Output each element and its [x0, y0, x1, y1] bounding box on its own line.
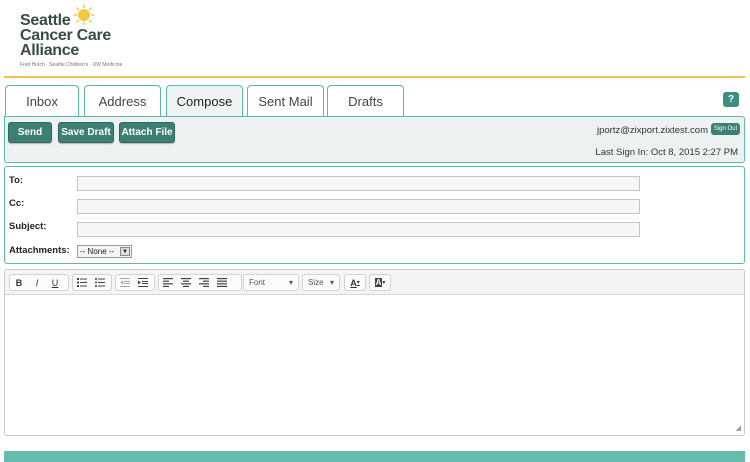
background-color-button[interactable]: A ▾	[369, 274, 391, 291]
background-color-icon: A	[374, 278, 383, 287]
align-center-icon[interactable]	[177, 275, 195, 290]
list-group	[72, 274, 112, 291]
subject-label: Subject:	[9, 221, 47, 232]
caret-down-icon: ▾	[329, 278, 334, 287]
align-left-icon[interactable]	[159, 275, 177, 290]
bullet-list-icon[interactable]	[91, 275, 109, 290]
outdent-icon[interactable]	[116, 275, 134, 290]
indent-icon[interactable]	[134, 275, 152, 290]
cc-field[interactable]	[77, 199, 640, 214]
dropdown-arrow-icon: ▼	[120, 247, 130, 256]
text-color-button[interactable]: A ▾	[344, 274, 366, 291]
send-button[interactable]: Send	[8, 122, 52, 143]
footer-bar	[4, 451, 745, 462]
brand-line-3: Alliance	[20, 42, 79, 59]
resize-handle-icon[interactable]: ◢	[736, 424, 741, 432]
header-divider	[4, 76, 745, 78]
text-style-group: B I U	[9, 274, 69, 291]
to-field[interactable]	[77, 176, 640, 191]
numbered-list-icon[interactable]	[73, 275, 91, 290]
sun-logo-icon	[73, 4, 95, 26]
tab-inbox[interactable]: Inbox	[5, 85, 79, 117]
to-label: To:	[9, 175, 24, 186]
tab-drafts[interactable]: Drafts	[327, 85, 404, 117]
align-group	[158, 274, 242, 291]
tab-address[interactable]: Address	[84, 85, 161, 117]
indent-group	[115, 274, 155, 291]
align-right-icon[interactable]	[195, 275, 213, 290]
bold-button[interactable]: B	[10, 275, 28, 290]
font-dropdown-label: Font	[249, 278, 266, 287]
header: Seattle Cancer Care Alliance Fred Hutch …	[0, 0, 750, 78]
message-editor[interactable]: B I U Font ▾ Size ▾ A ▾ A ▾ ◢	[4, 269, 745, 436]
subject-field[interactable]	[77, 222, 640, 237]
caret-down-icon: ▾	[382, 280, 386, 286]
message-header-form: To: Cc: Subject: Attachments: -- None --…	[4, 166, 745, 264]
size-dropdown-label: Size	[308, 278, 324, 287]
font-dropdown[interactable]: Font ▾	[243, 274, 299, 291]
size-dropdown[interactable]: Size ▾	[302, 274, 340, 291]
save-draft-button[interactable]: Save Draft	[58, 122, 114, 143]
italic-button[interactable]: I	[28, 275, 46, 290]
attachments-label: Attachments:	[9, 245, 70, 256]
user-email: jportz@zixport.zixtest.com	[596, 125, 708, 136]
underline-button[interactable]: U	[46, 275, 64, 290]
tab-sent-mail[interactable]: Sent Mail	[247, 85, 324, 117]
editor-toolbar: B I U Font ▾ Size ▾ A ▾ A ▾	[5, 270, 744, 295]
tab-compose[interactable]: Compose	[166, 85, 243, 117]
caret-down-icon: ▾	[356, 280, 360, 286]
cc-label: Cc:	[9, 198, 25, 209]
caret-down-icon: ▾	[288, 278, 293, 287]
justify-icon[interactable]	[213, 275, 231, 290]
help-button[interactable]: ?	[723, 92, 739, 107]
brand-tagline: Fred Hutch · Seattle Children's · UW Med…	[20, 62, 123, 68]
attach-file-button[interactable]: Attach File	[119, 122, 175, 143]
compose-toolbar: Send Save Draft Attach File jportz@zixpo…	[4, 116, 745, 163]
attachments-selected: -- None --	[80, 247, 115, 256]
last-sign-in: Last Sign In: Oct 8, 2015 2:27 PM	[595, 147, 738, 158]
brand-logo[interactable]: Seattle Cancer Care Alliance Fred Hutch …	[20, 4, 140, 68]
sign-out-button[interactable]: Sign Out	[711, 123, 740, 135]
attachments-select[interactable]: -- None -- ▼	[77, 245, 132, 258]
